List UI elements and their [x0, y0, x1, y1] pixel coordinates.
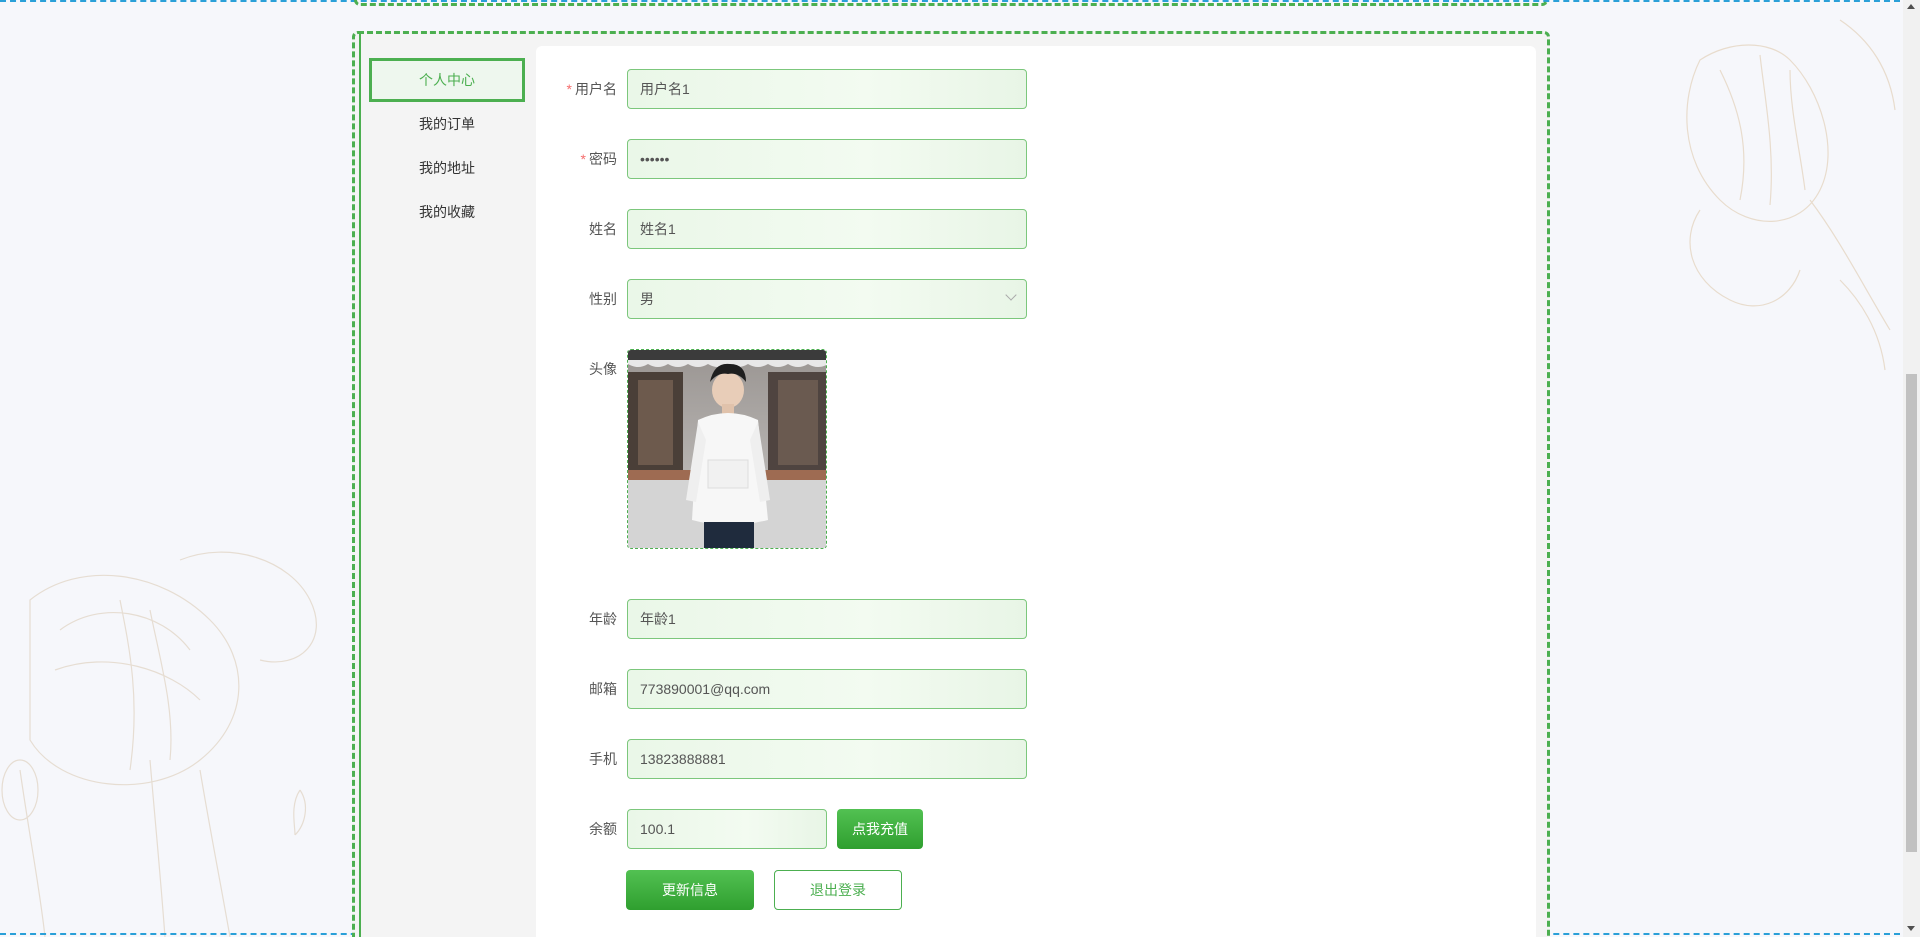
gender-select-value[interactable] [627, 279, 1027, 319]
gender-label: 性别 [589, 291, 617, 307]
age-row: 年龄 [536, 599, 1027, 639]
gender-select[interactable] [627, 279, 1027, 319]
required-mark: * [580, 151, 586, 167]
avatar-upload[interactable] [627, 349, 827, 549]
profile-form-panel: *用户名 *密码 姓名 性别 头像 [536, 46, 1536, 937]
scroll-down-icon[interactable] [1907, 926, 1915, 931]
menu-item-favorites[interactable]: 我的收藏 [369, 190, 525, 234]
phone-label: 手机 [589, 751, 617, 767]
avatar-row: 头像 [536, 349, 827, 549]
lotus-background-left [1, 551, 317, 937]
balance-input[interactable] [627, 809, 827, 849]
age-label: 年龄 [589, 611, 617, 627]
username-input[interactable] [627, 69, 1027, 109]
actions-row: 更新信息 退出登录 [626, 870, 902, 910]
recharge-button[interactable]: 点我充值 [837, 809, 923, 849]
password-input[interactable] [627, 139, 1027, 179]
logout-button[interactable]: 退出登录 [774, 870, 902, 910]
balance-label: 余额 [589, 821, 617, 837]
container-left-line [359, 34, 361, 937]
email-row: 邮箱 [536, 669, 1027, 709]
name-row: 姓名 [536, 209, 1027, 249]
page-scrollbar[interactable] [1903, 0, 1920, 937]
age-input[interactable] [627, 599, 1027, 639]
name-input[interactable] [627, 209, 1027, 249]
menu-item-profile[interactable]: 个人中心 [369, 58, 525, 102]
email-label: 邮箱 [589, 681, 617, 697]
password-row: * 密码 [536, 139, 1027, 179]
phone-row: 手机 [536, 739, 1027, 779]
avatar-label: 头像 [589, 361, 617, 377]
required-mark: * [566, 81, 572, 97]
username-label: * 用户名 [566, 81, 617, 97]
password-label: * 密码 [580, 151, 617, 167]
avatar [628, 350, 826, 548]
menu-item-address[interactable]: 我的地址 [369, 146, 525, 190]
scroll-thumb[interactable] [1906, 374, 1917, 852]
lotus-background-right [1686, 19, 1896, 371]
email-input[interactable] [627, 669, 1027, 709]
side-menu: 个人中心 我的订单 我的地址 我的收藏 [369, 58, 525, 234]
gender-row: 性别 [536, 279, 1027, 319]
user-center-container: 个人中心 我的订单 我的地址 我的收藏 *用户名 *密码 姓名 性别 头像 [352, 31, 1550, 937]
scroll-up-icon[interactable] [1907, 4, 1915, 9]
update-info-button[interactable]: 更新信息 [626, 870, 754, 910]
balance-row: 余额 点我充值 [536, 809, 923, 849]
username-row: * 用户名 [536, 69, 1027, 109]
menu-item-orders[interactable]: 我的订单 [369, 102, 525, 146]
name-label: 姓名 [589, 221, 617, 237]
phone-input[interactable] [627, 739, 1027, 779]
upper-section-border [354, 0, 1548, 6]
